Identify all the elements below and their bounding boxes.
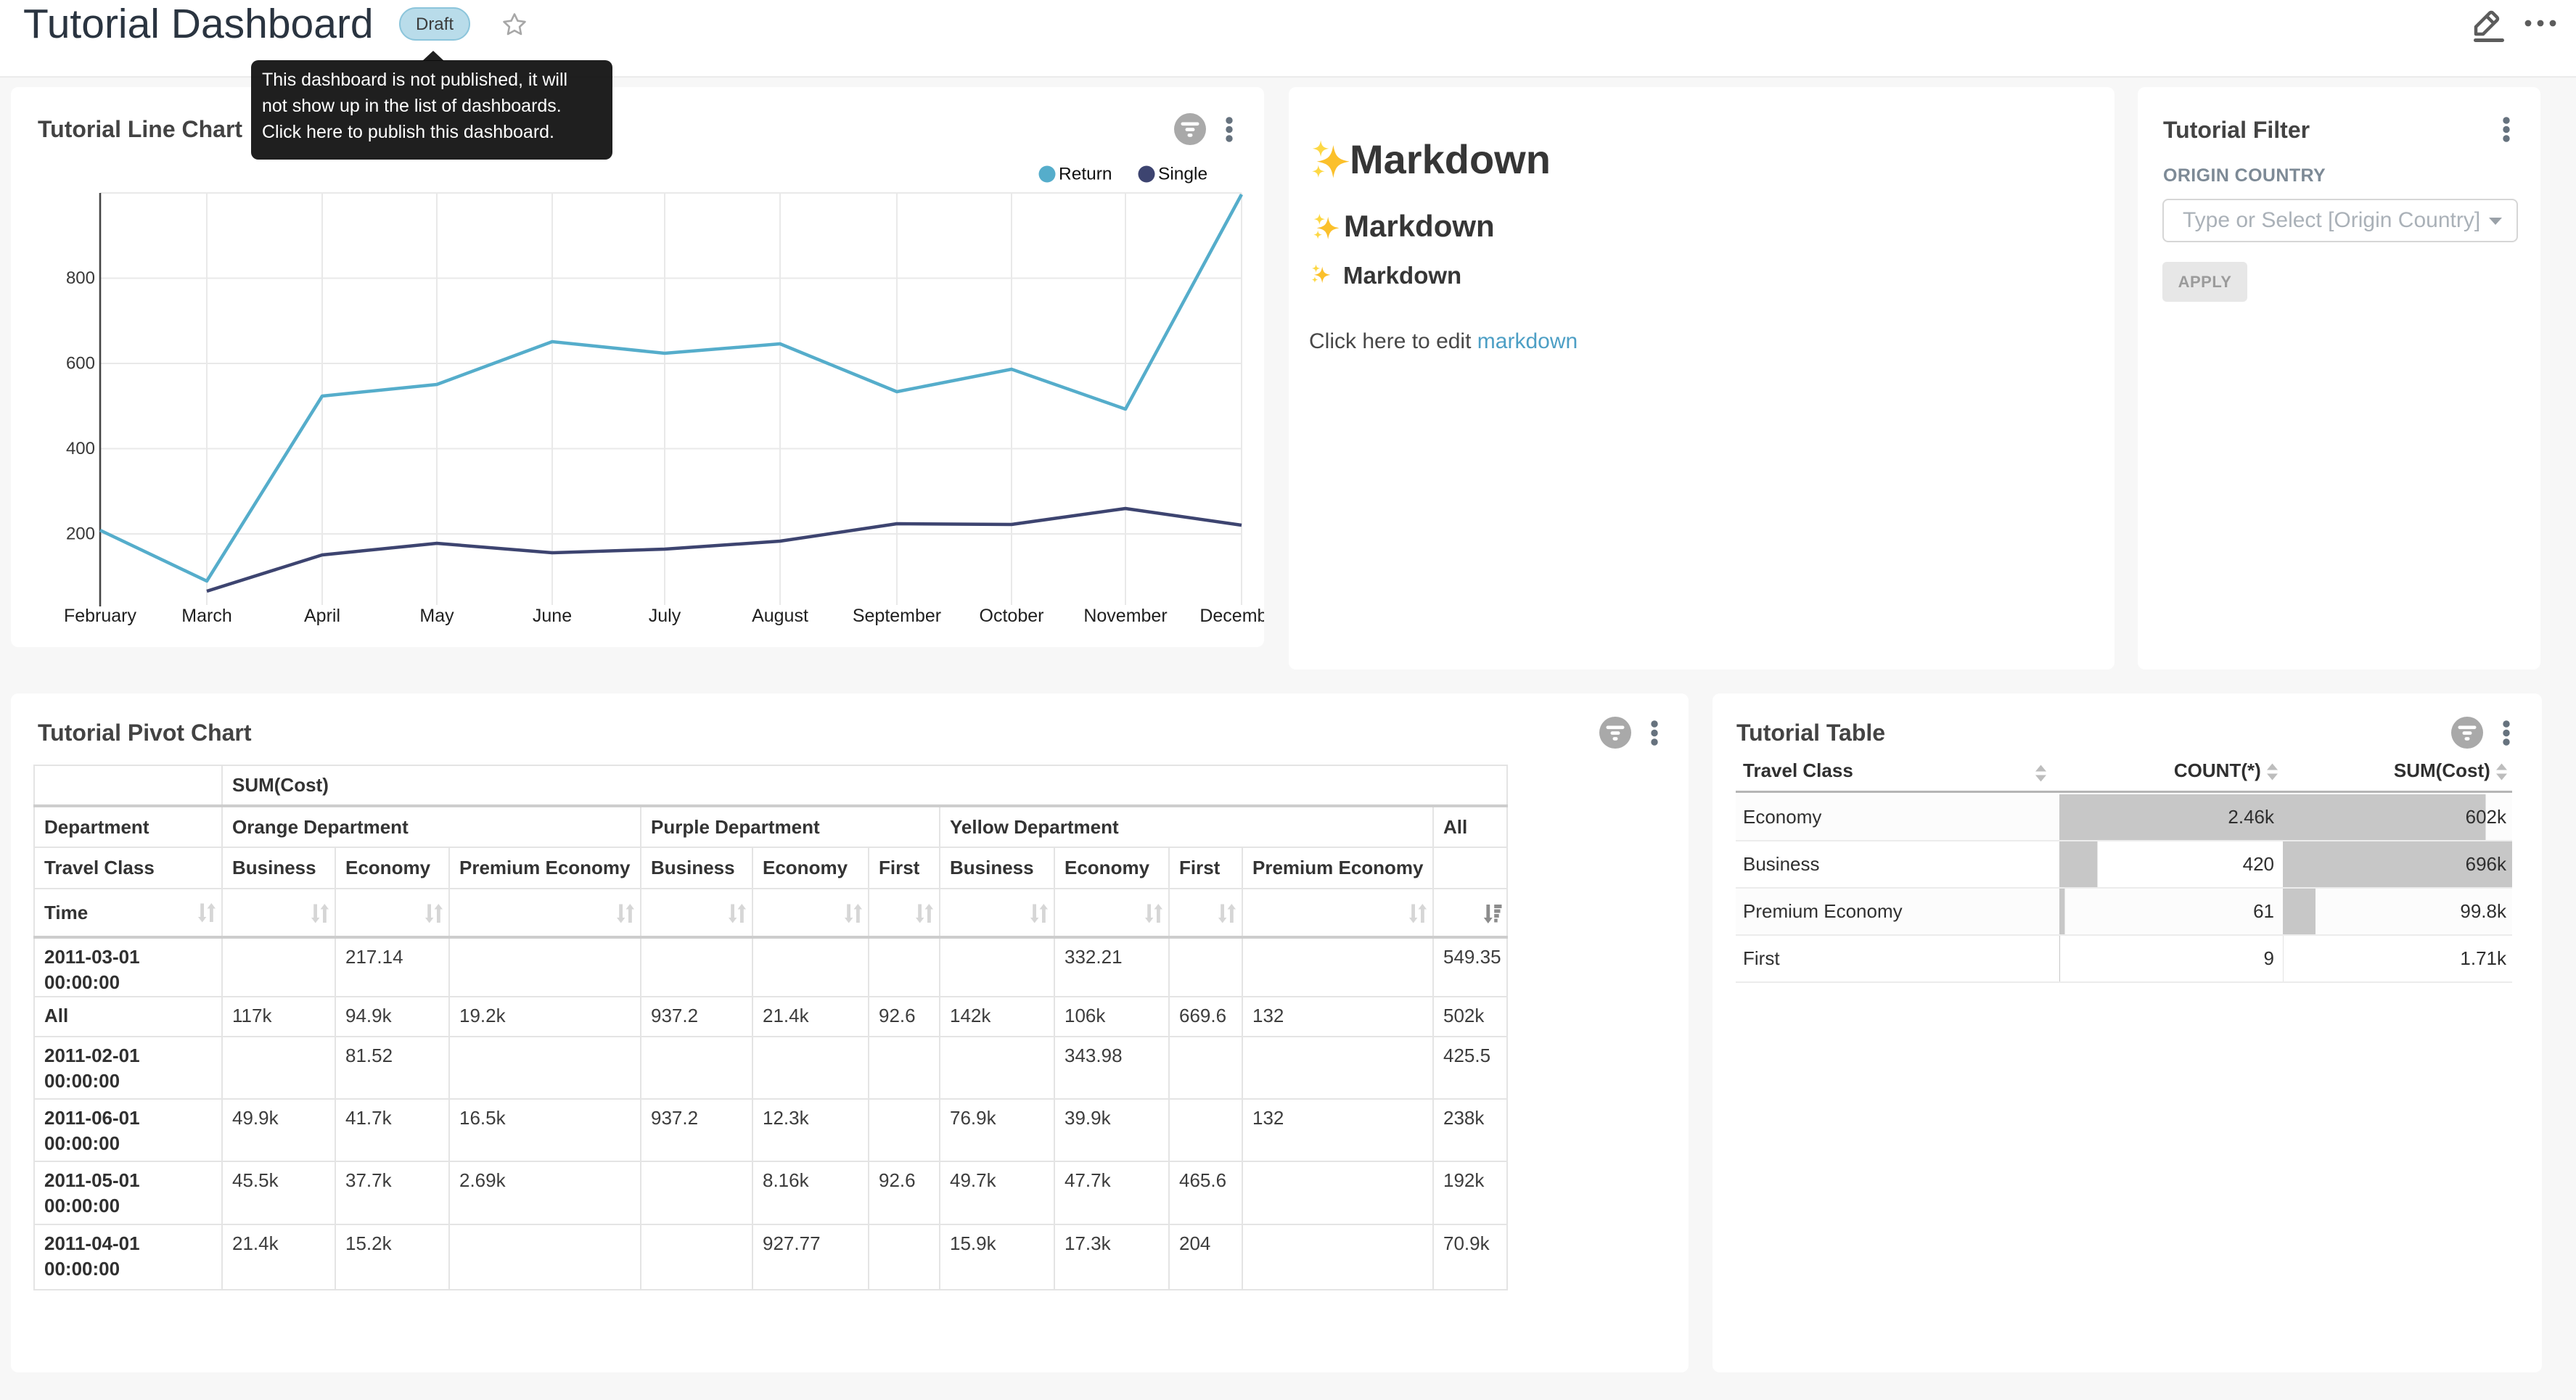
svg-text:September: September [853,606,941,626]
svg-text:July: July [649,606,681,626]
svg-text:June: June [533,606,572,626]
svg-text:Single: Single [1158,165,1207,184]
svg-text:December: December [1199,606,1264,626]
svg-text:November: November [1083,606,1167,626]
svg-text:May: May [419,606,454,626]
svg-text:October: October [980,606,1044,626]
svg-text:April: April [304,606,340,626]
svg-text:600: 600 [66,354,95,374]
svg-text:August: August [752,606,808,626]
svg-text:March: March [181,606,231,626]
svg-text:February: February [64,606,137,626]
svg-text:800: 800 [66,268,95,288]
svg-text:Return: Return [1059,165,1112,184]
svg-text:200: 200 [66,524,95,544]
svg-text:400: 400 [66,439,95,458]
